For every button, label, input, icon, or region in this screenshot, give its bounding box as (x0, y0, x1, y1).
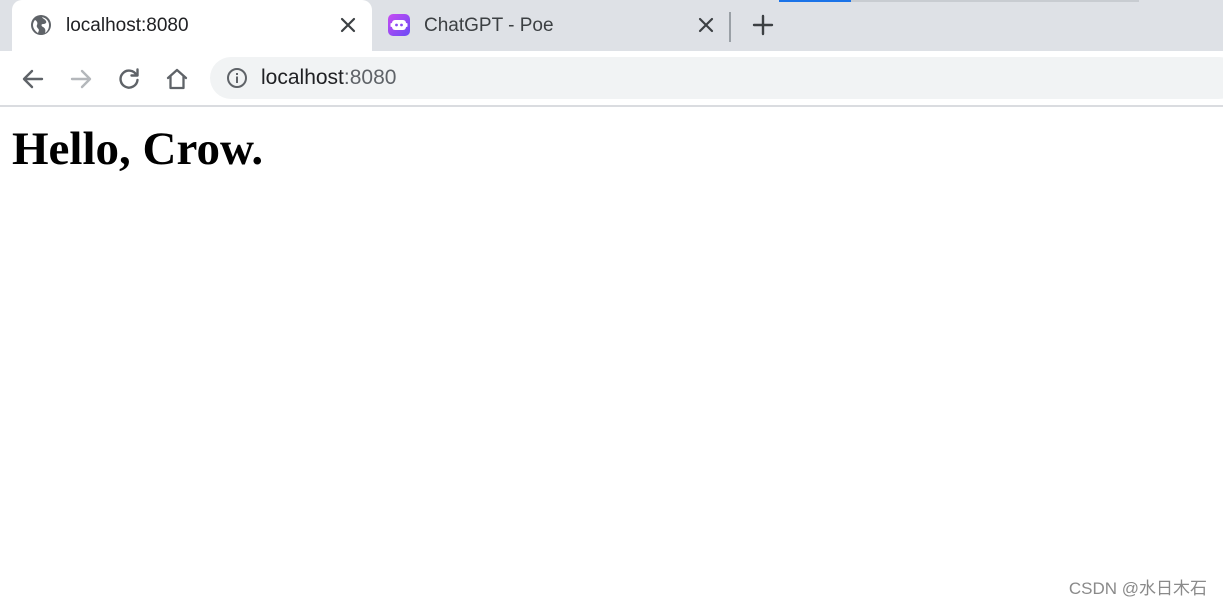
url-host: localhost (261, 66, 344, 89)
tab-title: localhost:8080 (66, 15, 189, 36)
new-tab-plus-icon[interactable] (751, 13, 775, 37)
poe-bot-icon (388, 14, 410, 36)
globe-icon (31, 15, 51, 35)
page-content: Hello, Crow. CSDN @水日木石 (0, 107, 1223, 607)
url-port: :8080 (343, 66, 397, 89)
watermark: CSDN @水日木石 (1068, 579, 1207, 598)
tab-strip: localhost:8080 ChatGPT - Poe (0, 0, 1223, 51)
tab-separator (729, 12, 731, 42)
browser-toolbar: localhost:8080 (0, 51, 1223, 107)
loading-track (851, 0, 1139, 2)
url-text[interactable]: localhost:8080 (261, 66, 396, 90)
close-icon[interactable] (696, 15, 716, 35)
loading-indicator (779, 0, 851, 2)
forward-arrow-icon[interactable] (68, 66, 94, 92)
reload-icon[interactable] (116, 66, 142, 92)
page-heading: Hello, Crow. (12, 123, 264, 175)
address-bar[interactable]: localhost:8080 (210, 57, 1223, 99)
back-arrow-icon[interactable] (20, 66, 46, 92)
tab-title: ChatGPT - Poe (424, 15, 554, 36)
home-icon[interactable] (164, 66, 190, 92)
close-icon[interactable] (338, 15, 358, 35)
browser-window: localhost:8080 ChatGPT - Poe localhost:8… (0, 0, 1223, 607)
tab-localhost[interactable]: localhost:8080 (12, 0, 372, 51)
info-icon[interactable] (226, 67, 248, 89)
tab-chatgpt-poe[interactable]: ChatGPT - Poe (372, 0, 728, 51)
